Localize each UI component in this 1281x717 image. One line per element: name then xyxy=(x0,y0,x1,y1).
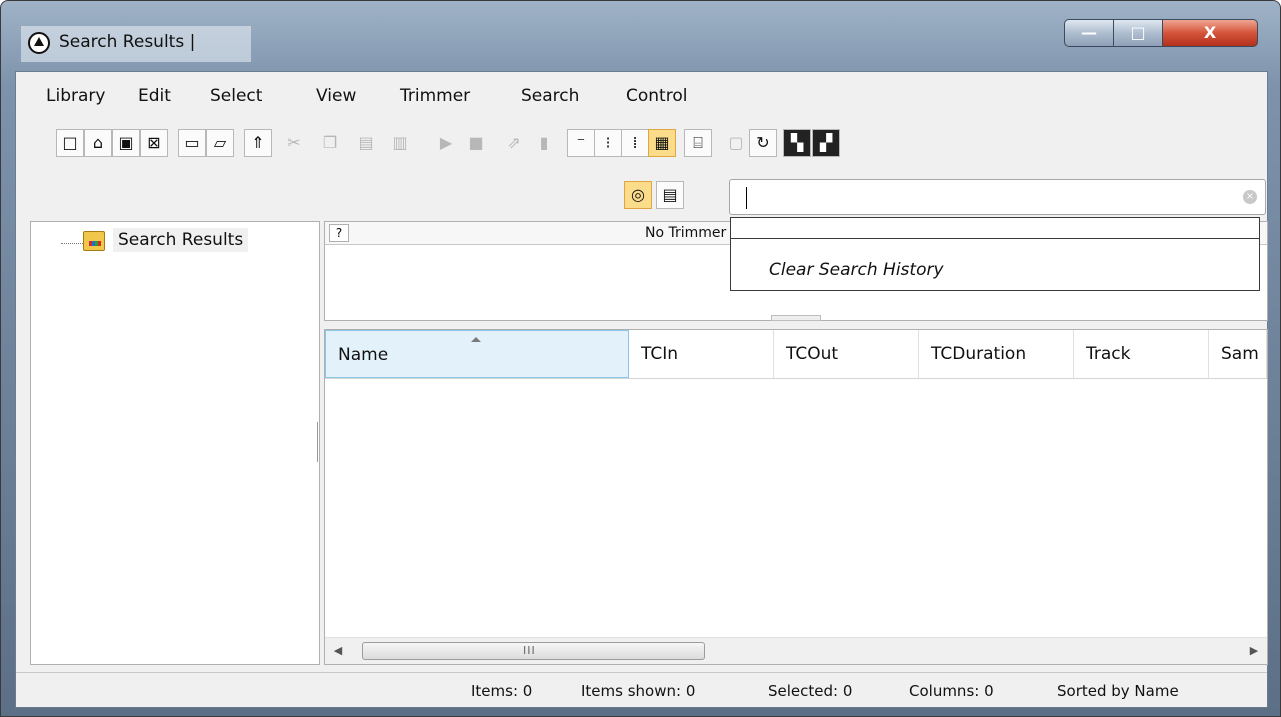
view-details-icon[interactable]: ⁻ xyxy=(567,129,595,157)
main-client-area: Library Edit Select View Trimmer Search … xyxy=(15,71,1268,708)
scroll-thumb[interactable]: III xyxy=(362,642,705,660)
properties-icon[interactable]: ⌸ xyxy=(684,129,712,157)
cut-icon[interactable]: ✂ xyxy=(280,129,308,157)
minimize-icon: — xyxy=(1081,23,1097,42)
maximize-button[interactable]: □ xyxy=(1113,19,1163,47)
new-folder-icon[interactable]: ▭ xyxy=(178,129,206,157)
paste-special-icon[interactable]: ▥ xyxy=(386,129,414,157)
status-columns: Columns: 0 xyxy=(909,682,994,700)
scroll-grip-icon: III xyxy=(523,644,536,657)
close-button[interactable]: X xyxy=(1162,19,1258,47)
clear-search-icon[interactable]: × xyxy=(1243,190,1257,204)
up-folder-icon[interactable]: ⇑ xyxy=(244,129,272,157)
view-small-icon[interactable]: ⁞ xyxy=(621,129,649,157)
column-header-tcin[interactable]: TCIn xyxy=(629,330,774,378)
new-document-icon[interactable]: □ xyxy=(56,129,84,157)
dropdown-separator xyxy=(731,238,1259,239)
menu-control[interactable]: Control xyxy=(626,86,687,106)
menu-select[interactable]: Select xyxy=(210,86,262,106)
menu-trimmer[interactable]: Trimmer xyxy=(400,86,470,106)
sort-ascending-icon xyxy=(471,337,481,342)
text-caret xyxy=(746,187,747,209)
menu-search[interactable]: Search xyxy=(521,86,579,106)
close-icon: X xyxy=(1203,23,1217,42)
close-document-icon[interactable]: ⊠ xyxy=(140,129,168,157)
trimmer-title: No Trimmer xyxy=(645,225,727,241)
open-folder-icon[interactable]: ▱ xyxy=(206,129,234,157)
record-add-icon[interactable]: ▚ xyxy=(783,129,811,157)
search-input[interactable]: × xyxy=(729,179,1266,215)
column-header-label: Name xyxy=(338,345,389,365)
scroll-left-icon[interactable]: ◀ xyxy=(325,638,351,664)
open-file-icon[interactable]: ⌂ xyxy=(84,129,112,157)
save-icon[interactable]: ▣ xyxy=(112,129,140,157)
refresh-icon[interactable]: ↻ xyxy=(749,129,777,157)
tree-item-search-results[interactable]: Search Results xyxy=(113,228,249,252)
save-to-search-icon[interactable]: ▤ xyxy=(656,181,684,209)
import-icon[interactable]: ▮ xyxy=(530,129,558,157)
status-items: Items: 0 xyxy=(471,682,533,700)
status-sorted: Sorted by Name xyxy=(1057,682,1179,700)
record-insert-icon[interactable]: ▞ xyxy=(812,129,840,157)
status-bar: Items: 0 Items shown: 0 Selected: 0 Colu… xyxy=(16,672,1267,709)
title-bar[interactable]: Search Results | — □ X xyxy=(1,1,1280,71)
clear-search-history-item[interactable]: Clear Search History xyxy=(769,260,944,280)
column-header-tcduration[interactable]: TCDuration xyxy=(919,330,1074,378)
stop-icon[interactable]: ■ xyxy=(462,129,490,157)
help-button[interactable]: ? xyxy=(329,224,349,242)
library-tree[interactable]: Search Results xyxy=(30,221,320,665)
window-title: Search Results | xyxy=(59,32,196,52)
scroll-right-icon[interactable]: ▶ xyxy=(1241,638,1267,664)
play-icon[interactable]: ▶ xyxy=(432,129,460,157)
trimmer-resize-grip[interactable] xyxy=(771,315,821,321)
pane-splitter[interactable] xyxy=(317,422,321,462)
menu-view[interactable]: View xyxy=(316,86,356,106)
menu-library[interactable]: Library xyxy=(46,86,105,106)
column-header-track[interactable]: Track xyxy=(1074,330,1209,378)
column-header-name[interactable]: Name xyxy=(325,330,629,378)
tree-connector xyxy=(61,243,83,244)
view-columns-icon[interactable]: ▦ xyxy=(648,129,676,157)
search-history-dropdown: Clear Search History xyxy=(730,217,1260,291)
copy-icon[interactable]: ❐ xyxy=(316,129,344,157)
maximize-icon: □ xyxy=(1130,23,1146,42)
column-header-sam[interactable]: Sam xyxy=(1209,330,1267,378)
column-header-tcout[interactable]: TCOut xyxy=(774,330,919,378)
monitor-icon[interactable]: ▢ xyxy=(722,129,750,157)
export-icon[interactable]: ⇗ xyxy=(500,129,528,157)
folder-icon xyxy=(83,231,105,251)
horizontal-scrollbar[interactable]: ◀ III ▶ xyxy=(325,637,1267,664)
application-window: Search Results | — □ X Library Edit Sele… xyxy=(0,0,1281,717)
results-grid: Name TCIn TCOut TCDuration Track Sam ◀ I… xyxy=(324,329,1268,665)
status-selected: Selected: 0 xyxy=(768,682,853,700)
paste-icon[interactable]: ▤ xyxy=(352,129,380,157)
view-list-icon[interactable]: ⁝ xyxy=(594,129,622,157)
menu-edit[interactable]: Edit xyxy=(138,86,171,106)
minimize-button[interactable]: — xyxy=(1064,19,1114,47)
status-items-shown: Items shown: 0 xyxy=(581,682,696,700)
grid-header: Name TCIn TCOut TCDuration Track Sam xyxy=(325,330,1267,379)
app-logo-icon[interactable] xyxy=(28,32,50,54)
globe-icon[interactable]: ◎ xyxy=(624,181,652,209)
